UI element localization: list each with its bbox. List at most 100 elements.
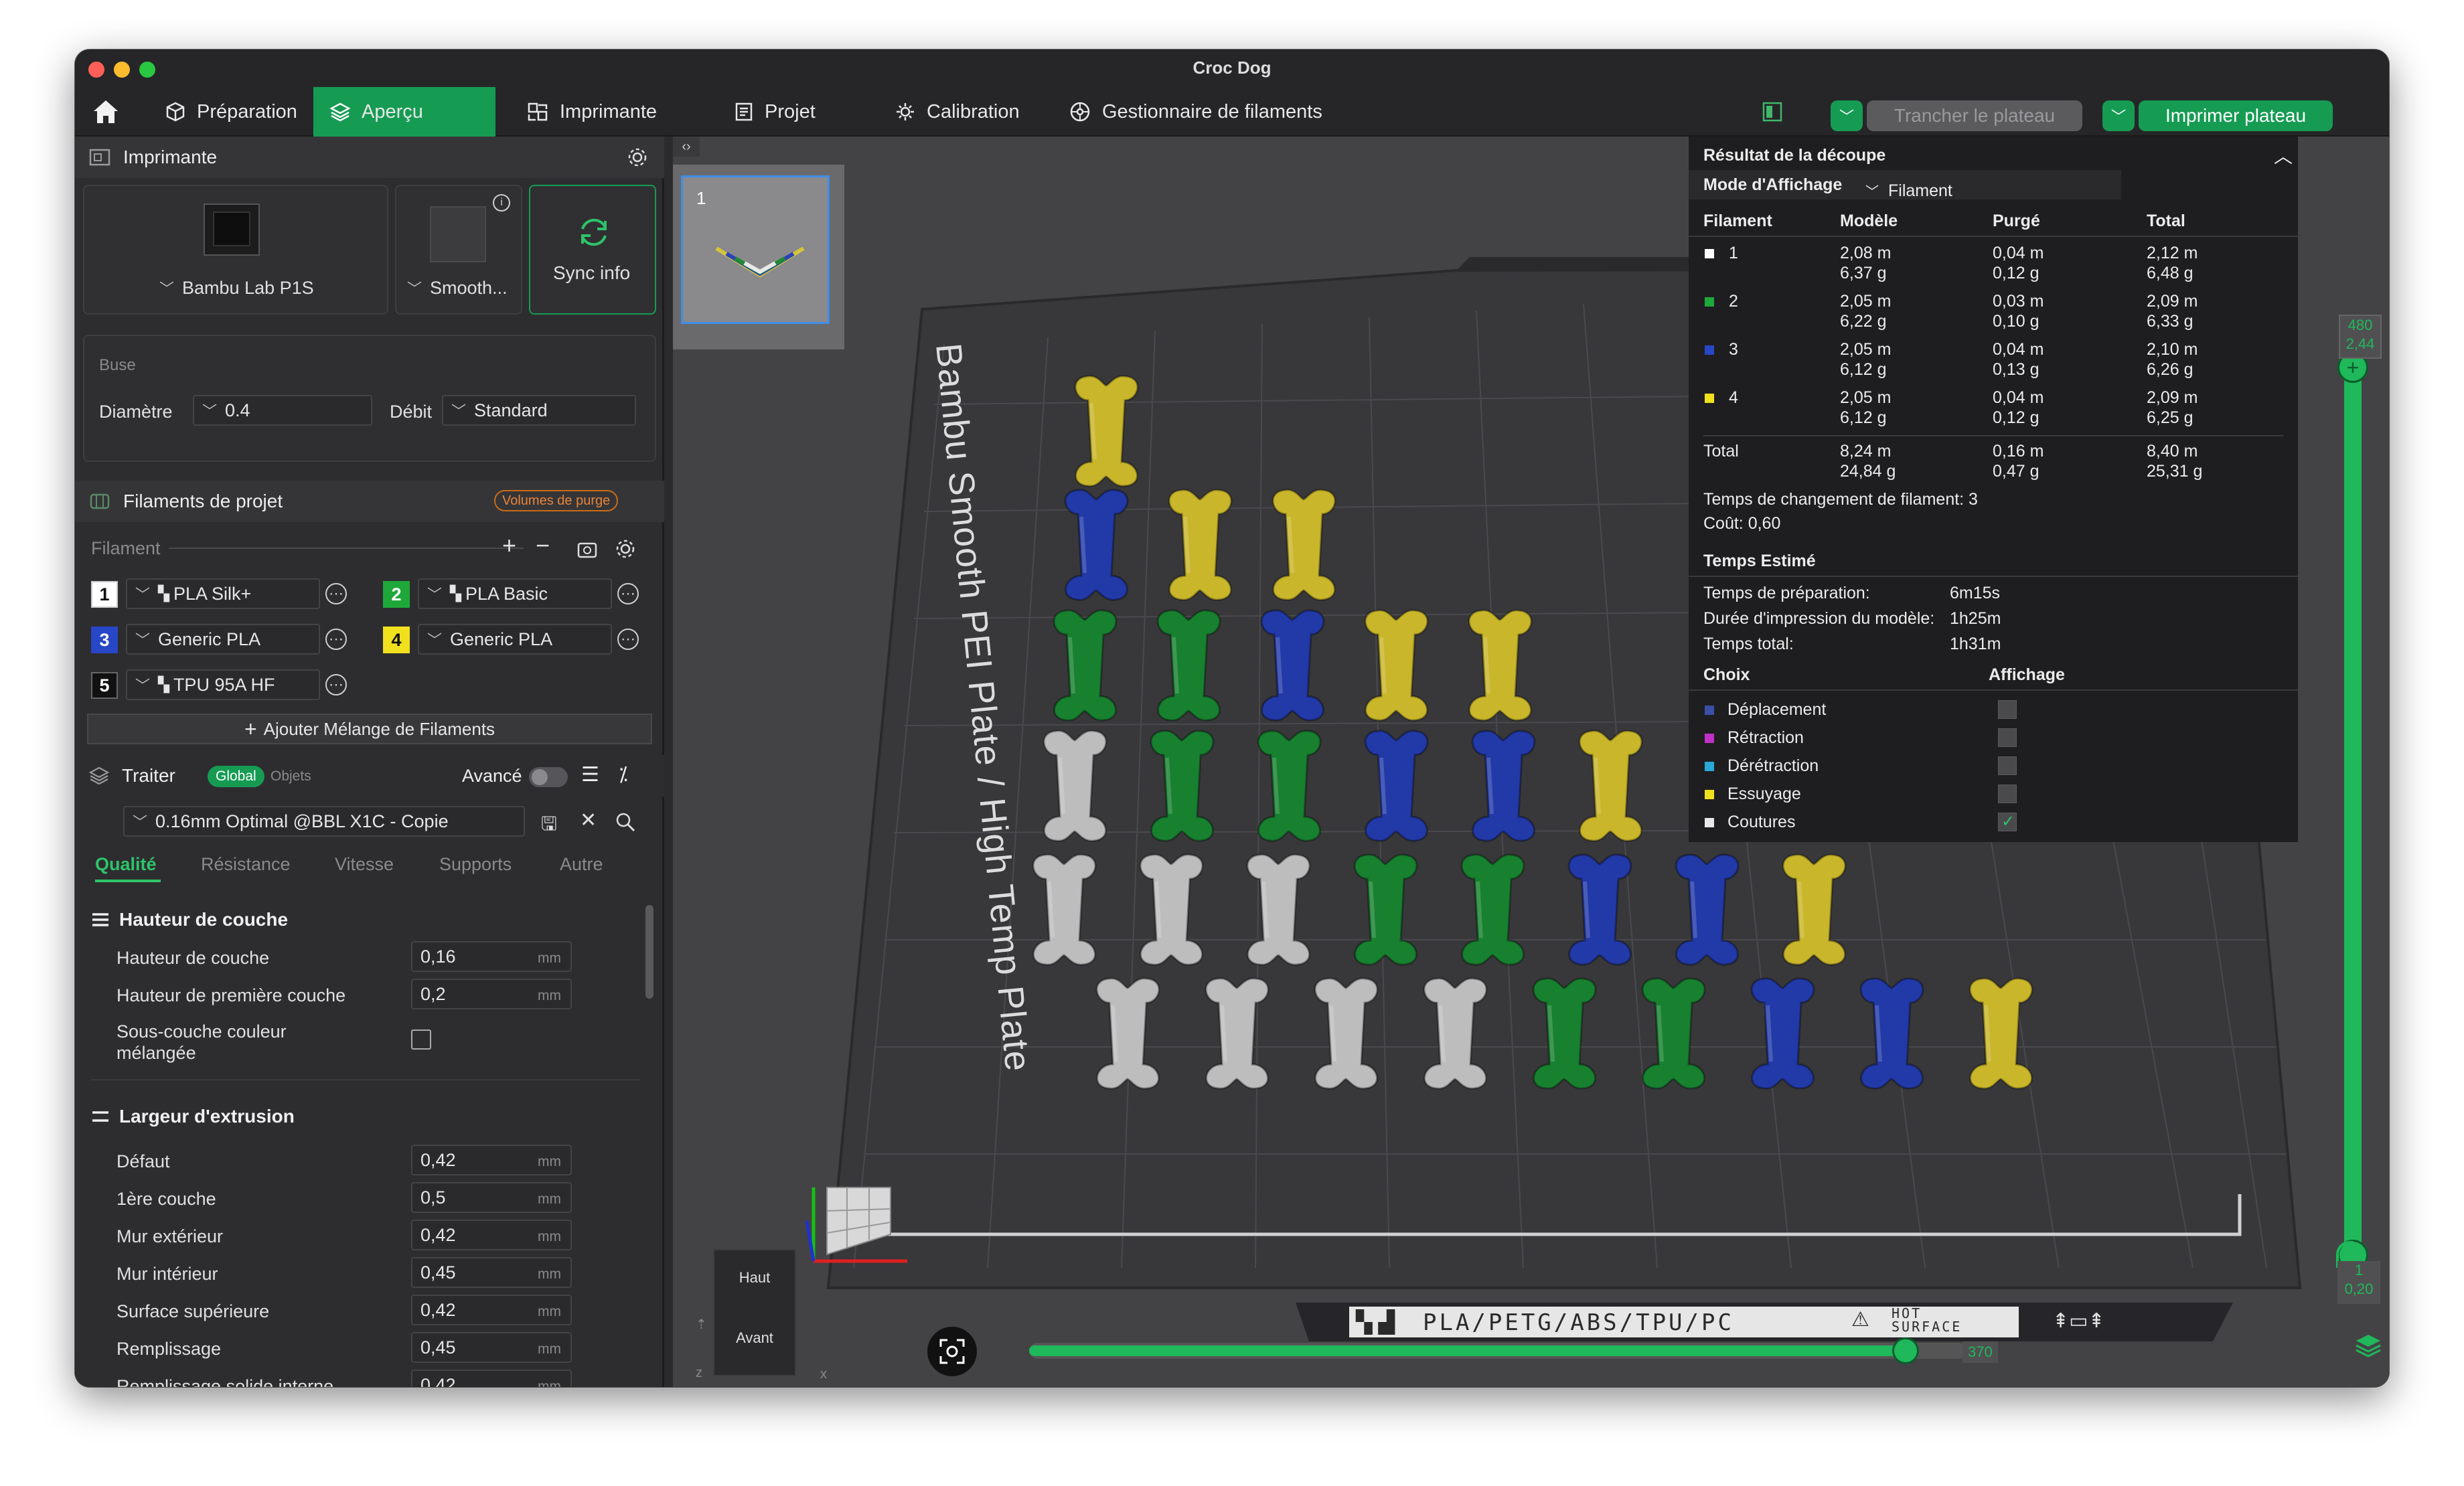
3d-viewport[interactable]: ‹› 1 PLA/PETG/ABS/TPU/PC ▚ ▟ ⚠ HOT SURFA… xyxy=(673,137,2389,1387)
filament-edit-icon[interactable]: ⋯ xyxy=(325,674,347,695)
filament-edit-icon[interactable]: ⋯ xyxy=(617,629,639,650)
bone-object[interactable] xyxy=(1555,849,1645,970)
info-icon[interactable]: i xyxy=(493,194,510,212)
bone-object[interactable] xyxy=(1259,485,1349,605)
tab-preparation[interactable]: Préparation xyxy=(149,87,313,137)
add-filament-button[interactable]: + xyxy=(502,531,516,560)
bone-object[interactable] xyxy=(1126,849,1217,970)
bone-object[interactable] xyxy=(1519,973,1610,1094)
settings-gear-icon[interactable] xyxy=(627,147,648,168)
filament-select[interactable]: ﹀ ▚ PLA Silk+ xyxy=(126,578,320,609)
camera-view-button[interactable] xyxy=(927,1327,977,1376)
bone-object[interactable] xyxy=(1448,849,1538,970)
bone-object[interactable] xyxy=(1155,485,1245,605)
bone-object[interactable] xyxy=(1628,973,1719,1094)
bone-object[interactable] xyxy=(1455,605,1545,726)
bone-object[interactable] xyxy=(1244,726,1334,846)
horizontal-move-slider[interactable] xyxy=(1029,1337,1967,1364)
option-visibility-checkbox[interactable] xyxy=(1998,756,2017,775)
save-preset-icon[interactable]: 🖫 xyxy=(541,810,557,842)
add-filament-mix-button[interactable]: + Ajouter Mélange de Filaments xyxy=(87,714,652,744)
option-visibility-checkbox[interactable]: ✓ xyxy=(1998,813,2017,831)
process-preset-select[interactable]: ﹀ 0.16mm Optimal @BBL X1C - Copie xyxy=(123,806,525,837)
bone-object[interactable] xyxy=(1351,726,1442,846)
extrusion-width-input[interactable]: 0,5 mm xyxy=(411,1182,572,1213)
close-icon[interactable]: ✕ xyxy=(580,809,597,832)
filament-select[interactable]: ﹀ Generic PLA xyxy=(418,624,612,655)
first-layer-height-input[interactable]: 0,2 mm xyxy=(411,979,572,1009)
purge-volumes-button[interactable]: Volumes de purge xyxy=(494,490,619,511)
tab-filament-manager[interactable]: Gestionnaire de filaments xyxy=(1053,87,1338,137)
option-visibility-checkbox[interactable] xyxy=(1998,785,2017,803)
view-orientation-cube[interactable]: Haut Avant xyxy=(713,1249,796,1376)
percent-compare-icon[interactable]: ⁒ xyxy=(619,763,628,787)
tab-project[interactable]: Projet xyxy=(718,87,832,137)
filament-select[interactable]: ﹀ ▚ PLA Basic xyxy=(418,578,612,609)
bone-object[interactable] xyxy=(1458,726,1549,846)
tab-quality[interactable]: Qualité xyxy=(95,854,157,875)
bone-object[interactable] xyxy=(1340,849,1431,970)
layout-toggle-button[interactable] xyxy=(1761,100,1785,125)
layer-height-input[interactable]: 0,16 mm xyxy=(411,941,572,972)
extrusion-width-input[interactable]: 0,42 mm xyxy=(411,1295,572,1325)
bone-object[interactable] xyxy=(1051,485,1142,605)
tab-other[interactable]: Autre xyxy=(560,854,603,875)
slider-thumb[interactable] xyxy=(1892,1337,1919,1364)
bone-object[interactable] xyxy=(1137,726,1227,846)
bone-object[interactable] xyxy=(1956,973,2046,1094)
filament-edit-icon[interactable]: ⋯ xyxy=(617,583,639,604)
slice-options-button[interactable]: ﹀ xyxy=(1831,100,1863,131)
remove-filament-button[interactable]: − xyxy=(536,531,550,560)
tab-printer[interactable]: Imprimante xyxy=(510,87,673,137)
filament-select[interactable]: ﹀ ▚ TPU 95A HF xyxy=(126,669,320,700)
bone-object[interactable] xyxy=(1061,371,1152,491)
option-visibility-checkbox[interactable] xyxy=(1998,728,2017,747)
bone-object[interactable] xyxy=(1565,726,1656,846)
print-plate-button[interactable]: Imprimer plateau xyxy=(2139,100,2333,131)
bone-object[interactable] xyxy=(1351,605,1442,726)
bone-object[interactable] xyxy=(1301,973,1391,1094)
diameter-select[interactable]: ﹀ 0.4 xyxy=(193,395,372,426)
bone-object[interactable] xyxy=(1847,973,1937,1094)
home-button[interactable] xyxy=(75,87,137,137)
view-front-label[interactable]: Avant xyxy=(714,1329,795,1347)
sync-info-button[interactable]: Sync info xyxy=(529,185,656,315)
plate-selector[interactable]: i ﹀ Smooth... xyxy=(395,185,522,315)
list-view-icon[interactable]: ☰ xyxy=(581,763,599,787)
layer-slider[interactable]: + xyxy=(2337,352,2368,1270)
filament-sync-icon[interactable] xyxy=(576,538,599,561)
bone-object[interactable] xyxy=(1144,605,1234,726)
bone-object[interactable] xyxy=(1030,726,1120,846)
collapse-chevron-icon[interactable]: ︿ xyxy=(2274,142,2293,169)
advanced-toggle[interactable] xyxy=(529,767,568,787)
bone-object[interactable] xyxy=(1083,973,1173,1094)
tab-strength[interactable]: Résistance xyxy=(201,854,291,875)
bone-object[interactable] xyxy=(1019,849,1109,970)
tab-calibration[interactable]: Calibration xyxy=(878,87,1036,137)
option-visibility-checkbox[interactable] xyxy=(1998,700,2017,719)
bone-object[interactable] xyxy=(1662,849,1752,970)
display-mode-select[interactable]: ﹀ Filament xyxy=(1865,181,1952,201)
layers-icon[interactable] xyxy=(2354,1332,2383,1359)
bone-object[interactable] xyxy=(1233,849,1324,970)
filament-edit-icon[interactable]: ⋯ xyxy=(325,583,347,604)
slice-plate-button[interactable]: Trancher le plateau xyxy=(1867,100,2082,131)
objects-toggle[interactable]: Objets xyxy=(271,768,311,785)
extrusion-width-input[interactable]: 0,45 mm xyxy=(411,1257,572,1288)
search-icon[interactable] xyxy=(615,811,636,833)
tab-preview[interactable]: Aperçu xyxy=(313,87,495,137)
bone-object[interactable] xyxy=(1247,605,1338,726)
tab-supports[interactable]: Supports xyxy=(439,854,512,875)
view-cube[interactable] xyxy=(787,1167,944,1281)
filament-select[interactable]: ﹀ Generic PLA xyxy=(126,624,320,655)
extrusion-width-input[interactable]: 0,42 mm xyxy=(411,1370,572,1387)
flow-select[interactable]: ﹀ Standard xyxy=(442,395,636,426)
print-options-button[interactable]: ﹀ xyxy=(2102,100,2135,131)
bone-object[interactable] xyxy=(1040,605,1130,726)
view-top-label[interactable]: Haut xyxy=(714,1269,795,1287)
extrusion-width-input[interactable]: 0,42 mm xyxy=(411,1220,572,1250)
scrollbar-thumb[interactable] xyxy=(645,905,653,999)
bone-object[interactable] xyxy=(1410,973,1500,1094)
mixed-sublayer-checkbox[interactable] xyxy=(411,1029,431,1050)
tab-speed[interactable]: Vitesse xyxy=(335,854,394,875)
